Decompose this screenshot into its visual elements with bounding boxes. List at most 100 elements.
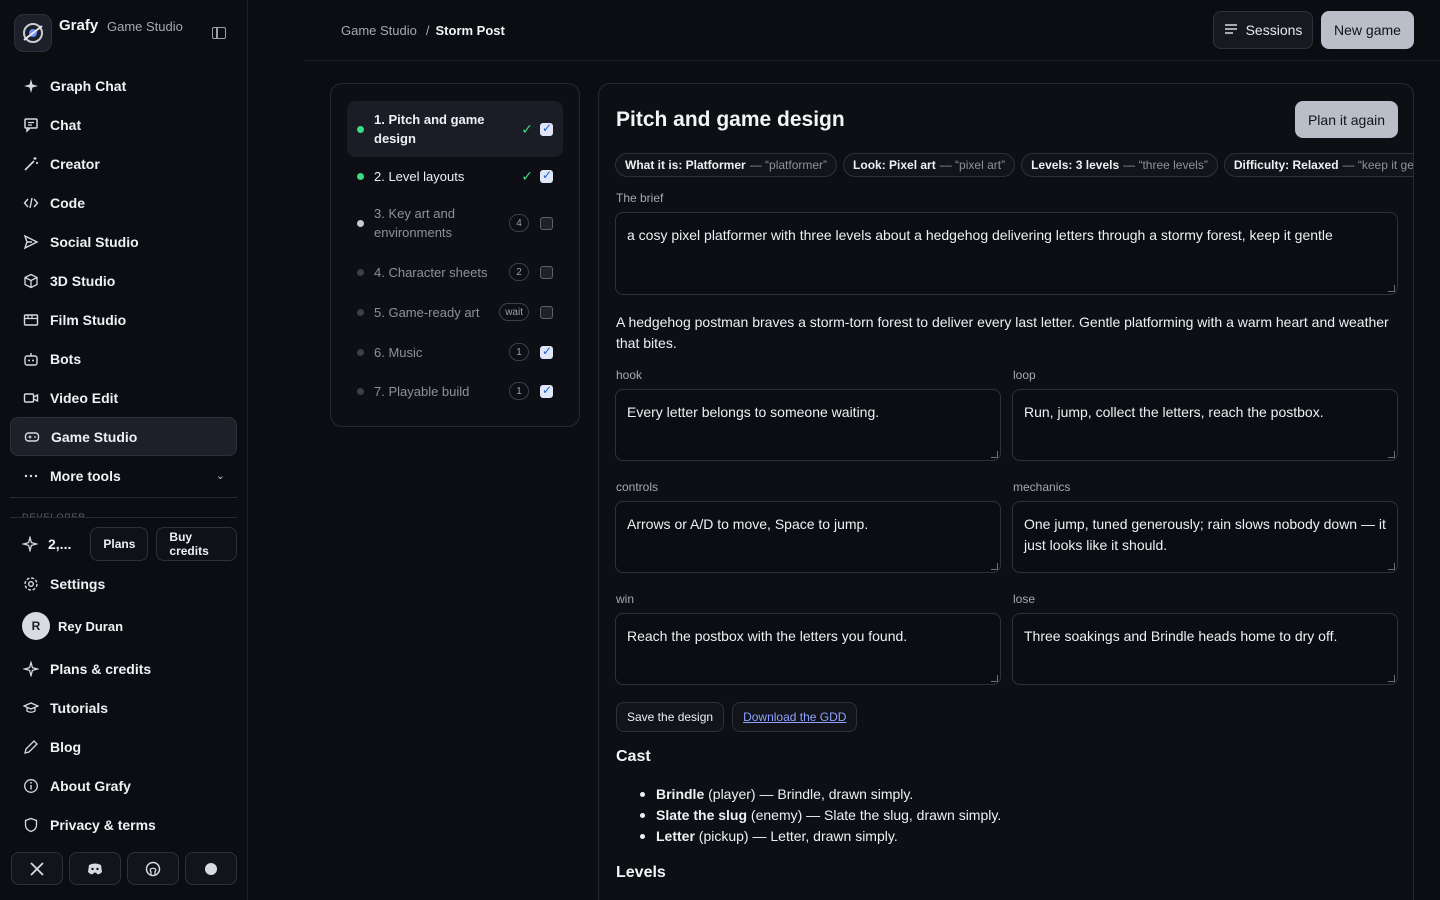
sidebar-item-bots[interactable]: Bots	[10, 339, 237, 378]
step-playable-build[interactable]: 7. Playable build 1	[347, 380, 563, 402]
shield-icon	[22, 816, 40, 834]
breadcrumb-root[interactable]: Game Studio	[341, 23, 417, 38]
sidebar-item-more-tools[interactable]: More tools ⌄	[10, 456, 237, 495]
sidebar-item-blog[interactable]: Blog	[10, 727, 237, 766]
controls-label: controls	[616, 480, 659, 494]
avatar: R	[22, 612, 50, 640]
lose-label: lose	[1013, 592, 1036, 606]
sidebar-item-privacy[interactable]: Privacy & terms	[10, 805, 237, 844]
design-card: Pitch and game design Plan it again What…	[598, 83, 1414, 900]
sidebar-item-3d-studio[interactable]: 3D Studio	[10, 261, 237, 300]
sidebar-item-chat[interactable]: Chat	[10, 105, 237, 144]
loop-label: loop	[1013, 368, 1036, 382]
list-item: Letter (pickup) — Letter, drawn simply.	[638, 826, 1338, 847]
step-level-layouts[interactable]: 2. Level layouts ✓	[347, 165, 563, 187]
step-checkbox[interactable]	[540, 216, 553, 230]
list-item: Brindle (player) — Brindle, drawn simply…	[638, 784, 1338, 805]
hook-field[interactable]: Every letter belongs to someone waiting.	[615, 389, 1001, 461]
sidebar: Grafy Game Studio Graph Chat Chat Creato…	[0, 0, 248, 900]
github-icon[interactable]	[127, 852, 179, 885]
sidebar-item-code[interactable]: Code	[10, 183, 237, 222]
sessions-label: Sessions	[1245, 22, 1303, 38]
step-character-sheets[interactable]: 4. Character sheets 2	[347, 261, 563, 283]
cube-icon	[22, 272, 40, 290]
chip-genre: What it is: Platformer — “platformer”	[615, 153, 838, 177]
sparkle-icon	[22, 77, 40, 95]
step-checkbox[interactable]	[540, 383, 553, 398]
sidebar-item-film-studio[interactable]: Film Studio	[10, 300, 237, 339]
sidebar-item-settings[interactable]: Settings	[10, 564, 237, 603]
circle-icon[interactable]	[185, 852, 237, 885]
step-pitch[interactable]: 1. Pitch and game design ✓	[347, 101, 563, 157]
pitch-summary: A hedgehog postman braves a storm-torn f…	[616, 314, 1389, 351]
user-name: Rey Duran	[58, 618, 124, 634]
plan-again-button[interactable]: Plan it again	[1295, 101, 1398, 138]
menu-icon	[1224, 22, 1238, 38]
sidebar-item-graph-chat[interactable]: Graph Chat	[10, 66, 237, 105]
sidebar-item-about[interactable]: About Grafy	[10, 766, 237, 805]
send-icon	[22, 233, 40, 251]
step-checkbox[interactable]	[540, 265, 553, 279]
sidebar-account-nav: Settings R Rey Duran Plans & credits Tut…	[10, 564, 237, 844]
step-checkbox[interactable]	[540, 305, 553, 319]
sidebar-divider	[10, 497, 237, 498]
step-status-dot	[357, 348, 364, 356]
brand[interactable]: Grafy Game Studio	[14, 14, 234, 52]
step-count-badge: 4	[509, 214, 529, 232]
mechanics-label: mechanics	[1013, 480, 1071, 494]
credits-row: 2,... Plans Buy credits	[10, 526, 237, 562]
graduation-cap-icon	[22, 699, 40, 717]
sidebar-item-social-studio[interactable]: Social Studio	[10, 222, 237, 261]
gamepad-icon	[23, 428, 41, 446]
step-game-ready-art[interactable]: 5. Game-ready art wait	[347, 301, 563, 323]
download-gdd-button[interactable]: Download the GDD	[732, 702, 858, 732]
x-icon[interactable]	[11, 852, 63, 885]
user-profile[interactable]: R Rey Duran	[10, 603, 237, 649]
step-checkbox[interactable]	[540, 121, 553, 136]
step-count-badge: 2	[509, 263, 529, 281]
step-music[interactable]: 6. Music 1	[347, 341, 563, 363]
step-wait-badge: wait	[499, 303, 529, 321]
win-field[interactable]: Reach the postbox with the letters you f…	[615, 613, 1001, 685]
step-checkbox[interactable]	[540, 344, 553, 359]
step-key-art[interactable]: 3. Key art and environments 4	[347, 203, 563, 243]
step-count-badge: 1	[509, 382, 529, 400]
sidebar-divider	[10, 517, 237, 518]
grafy-logo-icon	[14, 14, 52, 52]
film-icon	[22, 311, 40, 329]
sidebar-item-video-edit[interactable]: Video Edit	[10, 378, 237, 417]
check-icon: ✓	[521, 120, 533, 137]
save-design-button[interactable]: Save the design	[616, 702, 725, 732]
controls-field[interactable]: Arrows or A/D to move, Space to jump.	[615, 501, 1001, 573]
pen-icon	[22, 738, 40, 756]
sidebar-collapse-icon[interactable]	[212, 27, 226, 39]
download-gdd-link[interactable]: Download the GDD	[743, 710, 846, 724]
brief-field[interactable]: a cosy pixel platformer with three level…	[615, 212, 1398, 295]
cast-list: Brindle (player) — Brindle, drawn simply…	[638, 784, 1338, 847]
chevron-down-icon: ⌄	[215, 470, 225, 482]
sparkle-outline-icon	[22, 660, 40, 678]
brand-name: Grafy	[59, 17, 99, 34]
new-game-button[interactable]: New game	[1321, 11, 1414, 49]
list-item: Slate the slug (enemy) — Slate the slug,…	[638, 805, 1338, 826]
lose-field[interactable]: Three soakings and Brindle heads home to…	[1012, 613, 1398, 685]
gear-icon	[22, 575, 40, 593]
mechanics-field[interactable]: One jump, tuned generously; rain slows n…	[1012, 501, 1398, 573]
buy-credits-button[interactable]: Buy credits	[156, 527, 237, 561]
step-checkbox[interactable]	[540, 168, 553, 183]
win-label: win	[616, 592, 635, 606]
sidebar-item-game-studio[interactable]: Game Studio	[10, 417, 237, 456]
check-icon: ✓	[521, 167, 533, 184]
sessions-button[interactable]: Sessions	[1213, 11, 1313, 49]
design-chips: What it is: Platformer — “platformer” Loo…	[615, 153, 1413, 177]
sidebar-item-tutorials[interactable]: Tutorials	[10, 688, 237, 727]
plans-button[interactable]: Plans	[90, 527, 149, 561]
sidebar-item-plans-credits[interactable]: Plans & credits	[10, 649, 237, 688]
step-count-badge: 1	[509, 343, 529, 361]
step-status-dot	[357, 387, 364, 395]
loop-field[interactable]: Run, jump, collect the letters, reach th…	[1012, 389, 1398, 461]
sidebar-nav: Graph Chat Chat Creator Code Social Stud…	[10, 66, 237, 495]
sidebar-item-creator[interactable]: Creator	[10, 144, 237, 183]
discord-icon[interactable]	[69, 852, 121, 885]
levels-heading: Levels	[616, 864, 666, 881]
